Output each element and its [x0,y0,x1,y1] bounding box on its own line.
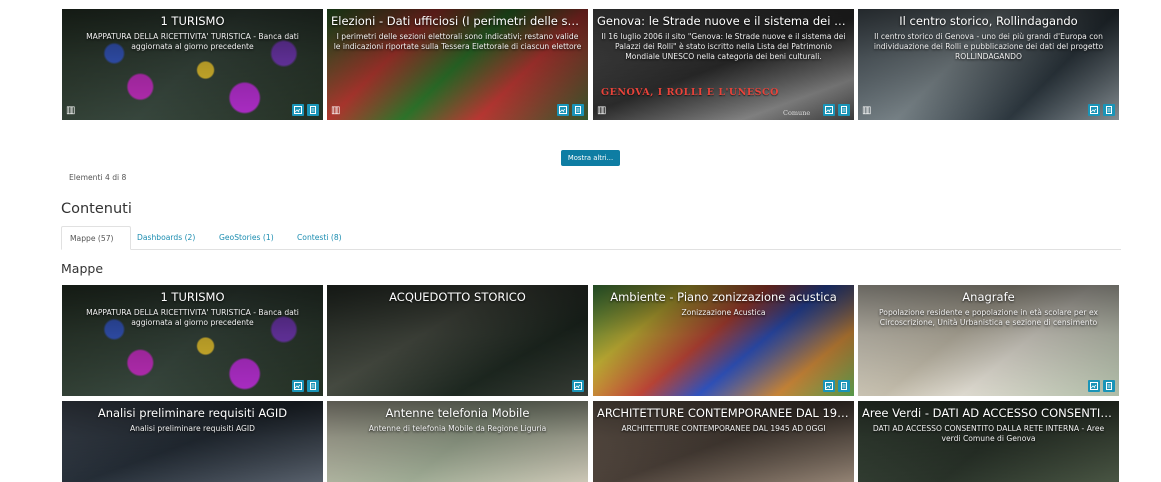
tab-dashboards[interactable]: Dashboards (2) [129,226,203,248]
details-icon[interactable] [572,104,584,116]
map-card[interactable]: ARCHITETTURE CONTEMPORANEE DAL 1945 A...… [593,401,854,482]
map-type-icon: ▥ [331,105,341,116]
card-title: 1 TURISMO [160,290,225,304]
details-icon[interactable] [838,104,850,116]
card-title: 1 TURISMO [160,14,225,28]
card-title: Analisi preliminare requisiti AGID [97,406,288,420]
maps-heading: Mappe [61,261,104,276]
card-description: Zonizzazione Acustica [681,308,766,317]
featured-card[interactable]: Elezioni - Dati ufficiosi (I perimetri d… [327,9,588,120]
map-card[interactable]: Analisi preliminare requisiti AGID Anali… [62,401,323,482]
details-icon[interactable] [1103,104,1115,116]
card-description: Antenne di telefonia Mobile da Regione L… [368,424,547,433]
details-icon[interactable] [307,104,319,116]
card-title: Aree Verdi - DATI AD ACCESSO CONSENTITO … [862,406,1119,420]
map-card[interactable]: Anagrafe Popolazione residente e popolaz… [858,285,1119,396]
map-preview-icon[interactable] [1088,104,1100,116]
card-description: MAPPATURA DELLA RICETTIVITA' TURISTICA -… [86,32,299,51]
card-description: Il 16 luglio 2006 il sito "Genova: le St… [601,32,846,61]
unesco-banner: GENOVA, I ROLLI E L'UNESCO [601,87,779,98]
tab-geostories[interactable]: GeoStories (1) [211,226,282,248]
card-description: MAPPATURA DELLA RICETTIVITA' TURISTICA -… [86,308,299,327]
card-title: Antenne telefonia Mobile [385,406,530,420]
map-preview-icon[interactable] [823,104,835,116]
map-preview-icon[interactable] [823,380,835,392]
map-type-icon: ▥ [66,105,76,116]
card-description: I perimetri delle sezioni elettorali son… [333,32,582,51]
card-title: ACQUEDOTTO STORICO [389,290,526,304]
featured-card[interactable]: 1 TURISMO MAPPATURA DELLA RICETTIVITA' T… [62,9,323,120]
card-description: DATI AD ACCESSO CONSENTITO DALLA RETE IN… [872,424,1105,443]
map-card[interactable]: Antenne telefonia Mobile Antenne di tele… [327,401,588,482]
card-title: Elezioni - Dati ufficiosi (I perimetri d… [331,14,588,28]
banner-subtitle: Comune [783,109,811,117]
details-icon[interactable] [1103,380,1115,392]
map-card[interactable]: Aree Verdi - DATI AD ACCESSO CONSENTITO … [858,401,1119,482]
card-title: Il centro storico, Rollindagando [899,14,1078,28]
map-preview-icon[interactable] [557,104,569,116]
card-title: Ambiente - Piano zonizzazione acustica [610,290,837,304]
show-more-button[interactable]: Mostra altri... [561,150,620,166]
map-type-icon: ▥ [862,105,872,116]
card-title: ARCHITETTURE CONTEMPORANEE DAL 1945 A... [597,406,854,420]
details-icon[interactable] [307,380,319,392]
details-icon[interactable] [838,380,850,392]
tab-contexts[interactable]: Contesti (8) [289,226,350,248]
card-description: Analisi preliminare requisiti AGID [129,424,255,433]
contents-heading: Contenuti [61,201,132,217]
map-type-icon: ▥ [597,105,607,116]
map-preview-icon[interactable] [1088,380,1100,392]
map-preview-icon[interactable] [572,380,584,392]
featured-card[interactable]: Il centro storico, Rollindagando Il cent… [858,9,1119,120]
map-card[interactable]: Ambiente - Piano zonizzazione acustica Z… [593,285,854,396]
tab-maps[interactable]: Mappe (57) [61,226,131,250]
map-card[interactable]: ACQUEDOTTO STORICO [327,285,588,396]
card-description: ARCHITETTURE CONTEMPORANEE DAL 1945 AD O… [621,424,826,433]
card-description: Il centro storico di Genova - uno dei pi… [873,32,1104,61]
card-title: Anagrafe [962,290,1015,304]
featured-card[interactable]: Genova: le Strade nuove e il sistema dei… [593,9,854,120]
map-card[interactable]: 1 TURISMO MAPPATURA DELLA RICETTIVITA' T… [62,285,323,396]
card-description: Popolazione residente e popolazione in e… [878,308,1098,327]
map-preview-icon[interactable] [292,104,304,116]
contents-tabs: Mappe (57) Dashboards (2) GeoStories (1)… [61,226,1121,250]
item-count: Elementi 4 di 8 [69,173,127,182]
map-preview-icon[interactable] [292,380,304,392]
card-title: Genova: le Strade nuove e il sistema dei… [597,14,854,28]
